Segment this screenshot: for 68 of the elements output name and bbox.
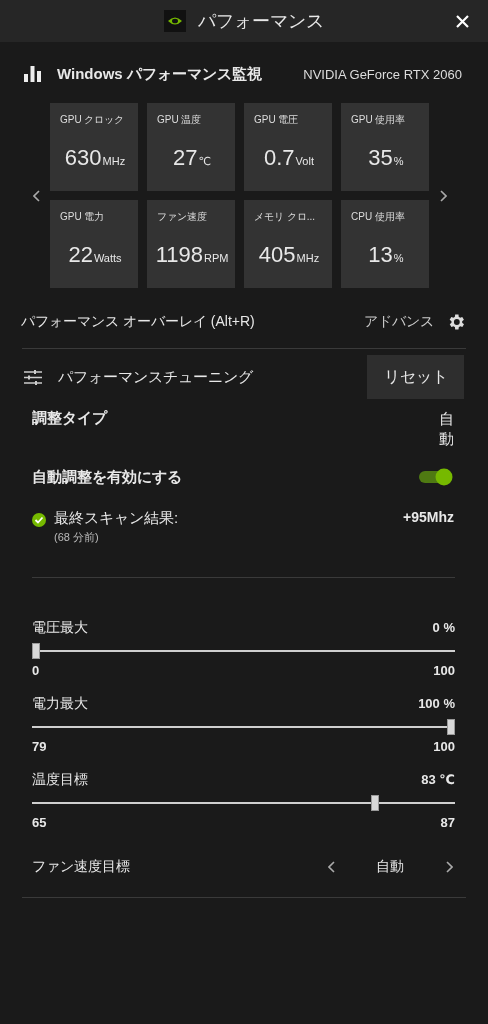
slider-thumb[interactable] [447,719,455,735]
toggle-switch[interactable] [418,467,454,487]
metric-unit: % [393,252,404,264]
slider-min: 79 [32,739,47,756]
check-icon [32,513,46,527]
reset-button[interactable]: リセット [367,355,464,399]
metric-value: 630 [64,145,102,171]
scan-label: 最終スキャン結果: [54,509,180,528]
metric-label: GPU 使用率 [351,113,407,127]
chevron-right-icon [439,189,447,202]
logo-icon [164,10,186,32]
fan-target-value: 自動 [375,858,405,876]
slider-label: 電圧最大 [32,619,88,637]
slider-reading: 0 % [432,620,455,635]
slider-max: 100 [433,739,455,756]
metric-unit: MHz [102,155,126,167]
previous-button[interactable] [30,187,42,204]
metric-label: GPU 電圧 [254,113,300,127]
sliders-icon [24,369,42,385]
scan-result: +95Mhz [403,509,454,527]
slider-reading: 100 % [418,696,455,711]
metric-label: メモリ クロ... [254,210,317,224]
metric-unit: MHz [296,252,320,264]
tuning-type-label: 調整タイプ [32,409,107,428]
slider-reading: 83 ℃ [421,772,455,787]
next-button[interactable] [437,187,449,204]
slider-max: 100 [433,663,455,680]
next-button[interactable] [443,859,455,875]
scan-time: (68 分前) [54,530,100,545]
window-title: パフォーマンス [198,10,324,33]
auto-tuning-label: 自動調整を有効にする [32,467,182,487]
metric-label: GPU 温度 [157,113,203,127]
metric-value: 22 [68,242,93,268]
metric-value: 13 [368,242,393,268]
chevron-right-icon [445,861,453,873]
chevron-left-icon [32,189,40,202]
section-title: Windows パフォーマンス監視 [57,64,263,84]
metric-value: 405 [258,242,296,268]
previous-button[interactable] [325,859,337,875]
metric-label: ファン速度 [157,210,208,224]
slider-min: 0 [32,663,40,680]
slider-thumb[interactable] [32,643,40,659]
metric-unit: RPM [203,252,229,264]
advanced-link[interactable]: アドバンス [364,313,434,331]
metric-unit: Volt [295,155,314,167]
gpu-name: NVIDIA GeForce RTX 2060 [303,66,462,82]
metric-unit: % [393,155,404,167]
metric-unit: Watts [93,252,122,264]
metric-value: 1198 [155,242,203,268]
metric-label: CPU 使用率 [351,210,406,224]
slider-thumb[interactable] [371,795,380,811]
chevron-left-icon [327,861,335,873]
metric-value: 0.7 [264,145,295,171]
tuning-type-value: 自動 [439,409,454,449]
metric-unit: ℃ [198,155,211,168]
metric-value: 27 [173,145,198,171]
metric-value: 35 [368,145,393,171]
close-icon [455,14,469,28]
metric-label: GPU 電力 [60,210,106,224]
fan-target-label: ファン速度目標 [32,858,131,876]
overlay-label: パフォーマンス オーバーレイ (Alt+R) [21,313,256,331]
slider-label: 電力最大 [32,695,88,713]
slider-min: 65 [32,815,47,832]
metric-label: GPU クロック [60,113,126,127]
slider-max: 87 [440,815,455,832]
slider-label: 温度目標 [32,771,88,789]
section-title: パフォーマンスチューニング [58,367,254,387]
bar-chart-icon [24,66,41,82]
